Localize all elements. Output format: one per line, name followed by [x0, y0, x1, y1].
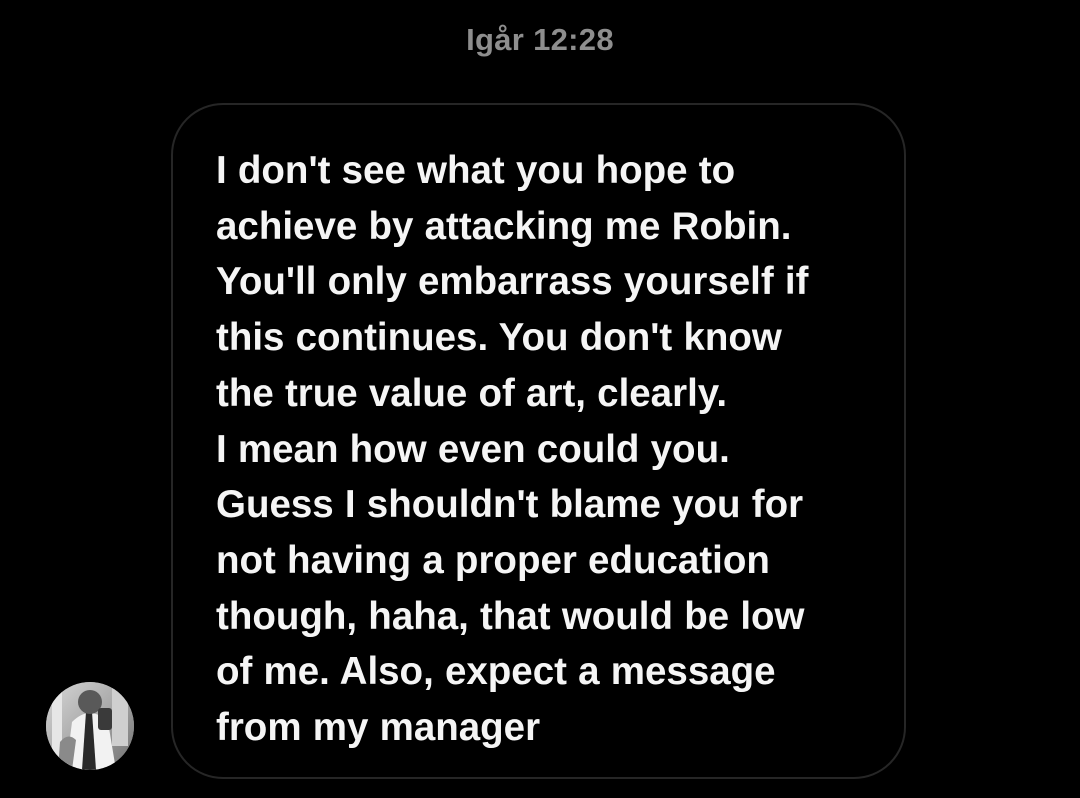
message-text: I don't see what you hope to achieve by …: [216, 149, 809, 750]
message-bubble[interactable]: I don't see what you hope to achieve by …: [171, 103, 906, 779]
sender-avatar[interactable]: [46, 682, 134, 770]
profile-photo-icon: [46, 682, 134, 770]
chat-thread: Igår 12:28 I don't see what you hope to …: [0, 0, 1080, 798]
message-timestamp: Igår 12:28: [466, 22, 614, 57]
